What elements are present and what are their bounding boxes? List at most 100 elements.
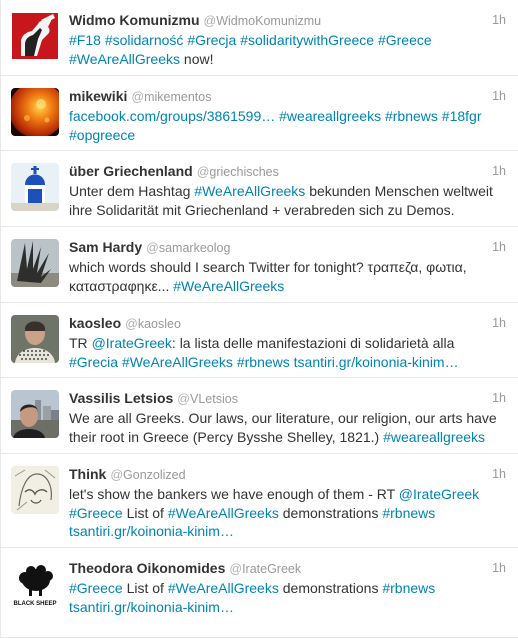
blue-chapel-dome-icon xyxy=(11,163,59,211)
tweet-text-line: Unter dem Hashtag #WeAreAllGreeks bekund… xyxy=(69,182,506,201)
display-name[interactable]: Sam Hardy xyxy=(69,239,142,255)
handle-text: VLetsios xyxy=(190,392,238,406)
avatar[interactable] xyxy=(11,12,59,60)
handle-text: WidmoKomunizmu xyxy=(216,14,322,28)
url-link[interactable]: tsantiri.gr/koinonia-kinim… xyxy=(294,354,459,370)
text-segment: their root in Greece (Percy Bysshe Shell… xyxy=(69,428,384,445)
red-raised-fist-icon xyxy=(11,12,59,60)
tweet-text-line: facebook.com/groups/3861599… #weareallgr… xyxy=(69,107,506,126)
tweet-timestamp[interactable]: 1h xyxy=(492,160,506,182)
hashtag-link[interactable]: #solidaritywithGreece xyxy=(240,32,374,48)
mention-link[interactable]: @IrateGreek xyxy=(92,335,172,351)
text-segment: let's show the bankers we have enough of… xyxy=(69,486,399,502)
tweet-item[interactable]: BLACK SHEEP Theodora Oikonomides @IrateGr… xyxy=(1,548,518,638)
hashtag-link[interactable]: #rbnews xyxy=(237,354,290,370)
hashtag-link[interactable]: #WeAreAllGreeks xyxy=(69,51,180,67)
tweet-timestamp[interactable]: 1h xyxy=(492,85,506,107)
avatar[interactable] xyxy=(11,88,59,136)
display-name[interactable]: Widmo Komunizmu xyxy=(69,12,200,28)
handle-text: griechisches xyxy=(209,165,279,179)
tweet-item[interactable]: Think @Gonzolized 1h let's show the banke… xyxy=(1,454,518,548)
text-segment: We are all Greeks. Our laws, our literat… xyxy=(69,410,497,426)
user-handle[interactable]: @mikementos xyxy=(131,90,211,104)
user-handle[interactable]: @Gonzolized xyxy=(110,468,185,482)
text-segment: καταστραφηκε... xyxy=(69,277,174,294)
handle-text: mikementos xyxy=(144,90,212,104)
url-link[interactable]: facebook.com/groups/3861599… xyxy=(69,108,275,124)
user-handle[interactable]: @IrateGreek xyxy=(229,562,301,576)
hashtag-link[interactable]: #rbnews xyxy=(385,108,438,124)
tweet-item[interactable]: über Griechenland @griechisches 1h Unter … xyxy=(1,151,518,227)
hashtag-link[interactable]: #rbnews xyxy=(382,505,435,521)
tweet-item[interactable]: kaosleo @kaosleo 1h TR @IrateGreek: la li… xyxy=(1,303,518,378)
hashtag-link[interactable]: #F18 xyxy=(69,32,101,48)
tweet-timestamp[interactable]: 1h xyxy=(492,236,506,258)
tweet-text-line: tsantiri.gr/koinonia-kinim… xyxy=(69,598,506,617)
hashtag-link[interactable]: #Greece xyxy=(378,32,432,48)
tweet-timestamp[interactable]: 1h xyxy=(492,9,506,31)
hashtag-link[interactable]: #weareallgreeks xyxy=(279,108,381,124)
display-name[interactable]: Think xyxy=(69,466,106,482)
avatar[interactable] xyxy=(11,466,59,514)
spiky-sculpture-icon xyxy=(11,239,59,287)
tweet-timeline: Widmo Komunizmu @WidmoKomunizmu 1h #F18 #… xyxy=(0,0,518,638)
hashtag-link[interactable]: #solidarność xyxy=(105,32,184,48)
display-name[interactable]: über Griechenland xyxy=(69,163,193,179)
avatar[interactable] xyxy=(11,315,59,363)
avatar[interactable] xyxy=(11,163,59,211)
hashtag-link[interactable]: #WeAreAllGreeks xyxy=(194,183,305,199)
hashtag-link[interactable]: #opgreece xyxy=(69,127,135,143)
tweet-item[interactable]: mikewiki @mikementos 1h facebook.com/grou… xyxy=(1,76,518,151)
tweet-text-line: #F18 #solidarność #Grecja #solidaritywit… xyxy=(69,31,506,50)
hashtag-link[interactable]: #weareallgreeks xyxy=(383,429,485,445)
tweet-item[interactable]: Widmo Komunizmu @WidmoKomunizmu 1h #F18 #… xyxy=(1,0,518,76)
text-segment: List of xyxy=(122,580,168,596)
tweet-text-line: let's show the bankers we have enough of… xyxy=(69,485,506,504)
text-segment: bekunden Menschen weltweit xyxy=(305,183,493,199)
display-name[interactable]: kaosleo xyxy=(69,315,121,331)
hashtag-link[interactable]: #18fgr xyxy=(442,108,482,124)
avatar[interactable] xyxy=(11,390,59,438)
hashtag-link[interactable]: #Greece xyxy=(69,505,123,521)
text-segment: List of xyxy=(122,504,168,521)
user-handle[interactable]: @VLetsios xyxy=(177,392,238,406)
avatar[interactable] xyxy=(11,239,59,287)
display-name[interactable]: Theodora Oikonomides xyxy=(69,560,225,576)
hashtag-link[interactable]: #Grecia xyxy=(69,354,118,370)
user-handle[interactable]: @kaosleo xyxy=(125,317,181,331)
text-segment: demonstrations xyxy=(278,580,383,596)
handle-text: samarkeolog xyxy=(158,241,231,255)
tweet-text-line: #Grecia #WeAreAllGreeks #rbnews tsantiri… xyxy=(69,353,506,372)
handle-text: Gonzolized xyxy=(123,468,186,482)
user-handle[interactable]: @griechisches xyxy=(197,165,279,179)
tweet-item[interactable]: Sam Hardy @samarkeolog 1h which words sho… xyxy=(1,227,518,303)
display-name[interactable]: Vassilis Letsios xyxy=(69,390,173,406)
tweet-item[interactable]: Vassilis Letsios @VLetsios 1h We are all … xyxy=(1,378,518,454)
tweet-timestamp[interactable]: 1h xyxy=(492,387,506,409)
tweet-text-line: tsantiri.gr/koinonia-kinim… xyxy=(69,522,506,541)
tweet-timestamp[interactable]: 1h xyxy=(492,463,506,485)
user-handle[interactable]: @WidmoKomunizmu xyxy=(204,14,322,28)
hashtag-link[interactable]: #WeAreAllGreeks xyxy=(173,278,284,294)
url-link[interactable]: tsantiri.gr/koinonia-kinim… xyxy=(69,599,234,615)
tweet-timestamp[interactable]: 1h xyxy=(492,557,506,579)
text-segment: Unter dem Hashtag xyxy=(69,183,195,199)
tweet-text-line: #WeAreAllGreeks now! xyxy=(69,50,506,69)
mention-link[interactable]: @IrateGreek xyxy=(399,486,479,502)
hashtag-link[interactable]: #WeAreAllGreeks xyxy=(168,580,279,596)
avatar-caption: BLACK SHEEP xyxy=(13,601,56,607)
hashtag-link[interactable]: #Grecja xyxy=(187,32,236,48)
display-name[interactable]: mikewiki xyxy=(69,88,127,104)
hashtag-link[interactable]: #WeAreAllGreeks xyxy=(122,354,233,370)
tweet-text: TR @IrateGreek: la lista delle manifesta… xyxy=(69,334,506,371)
hashtag-link[interactable]: #Greece xyxy=(69,580,123,596)
hashtag-link[interactable]: #rbnews xyxy=(382,580,435,596)
user-handle[interactable]: @samarkeolog xyxy=(146,241,230,255)
tweet-text-line: #Greece List of #WeAreAllGreeks demonstr… xyxy=(69,504,506,523)
text-segment: ihre Solidarität mit Griechenland + vera… xyxy=(69,201,455,218)
tweet-timestamp[interactable]: 1h xyxy=(492,312,506,334)
avatar[interactable]: BLACK SHEEP xyxy=(11,560,59,608)
url-link[interactable]: tsantiri.gr/koinonia-kinim… xyxy=(69,523,234,539)
hashtag-link[interactable]: #WeAreAllGreeks xyxy=(168,505,279,521)
sun-flare-icon xyxy=(11,88,59,136)
